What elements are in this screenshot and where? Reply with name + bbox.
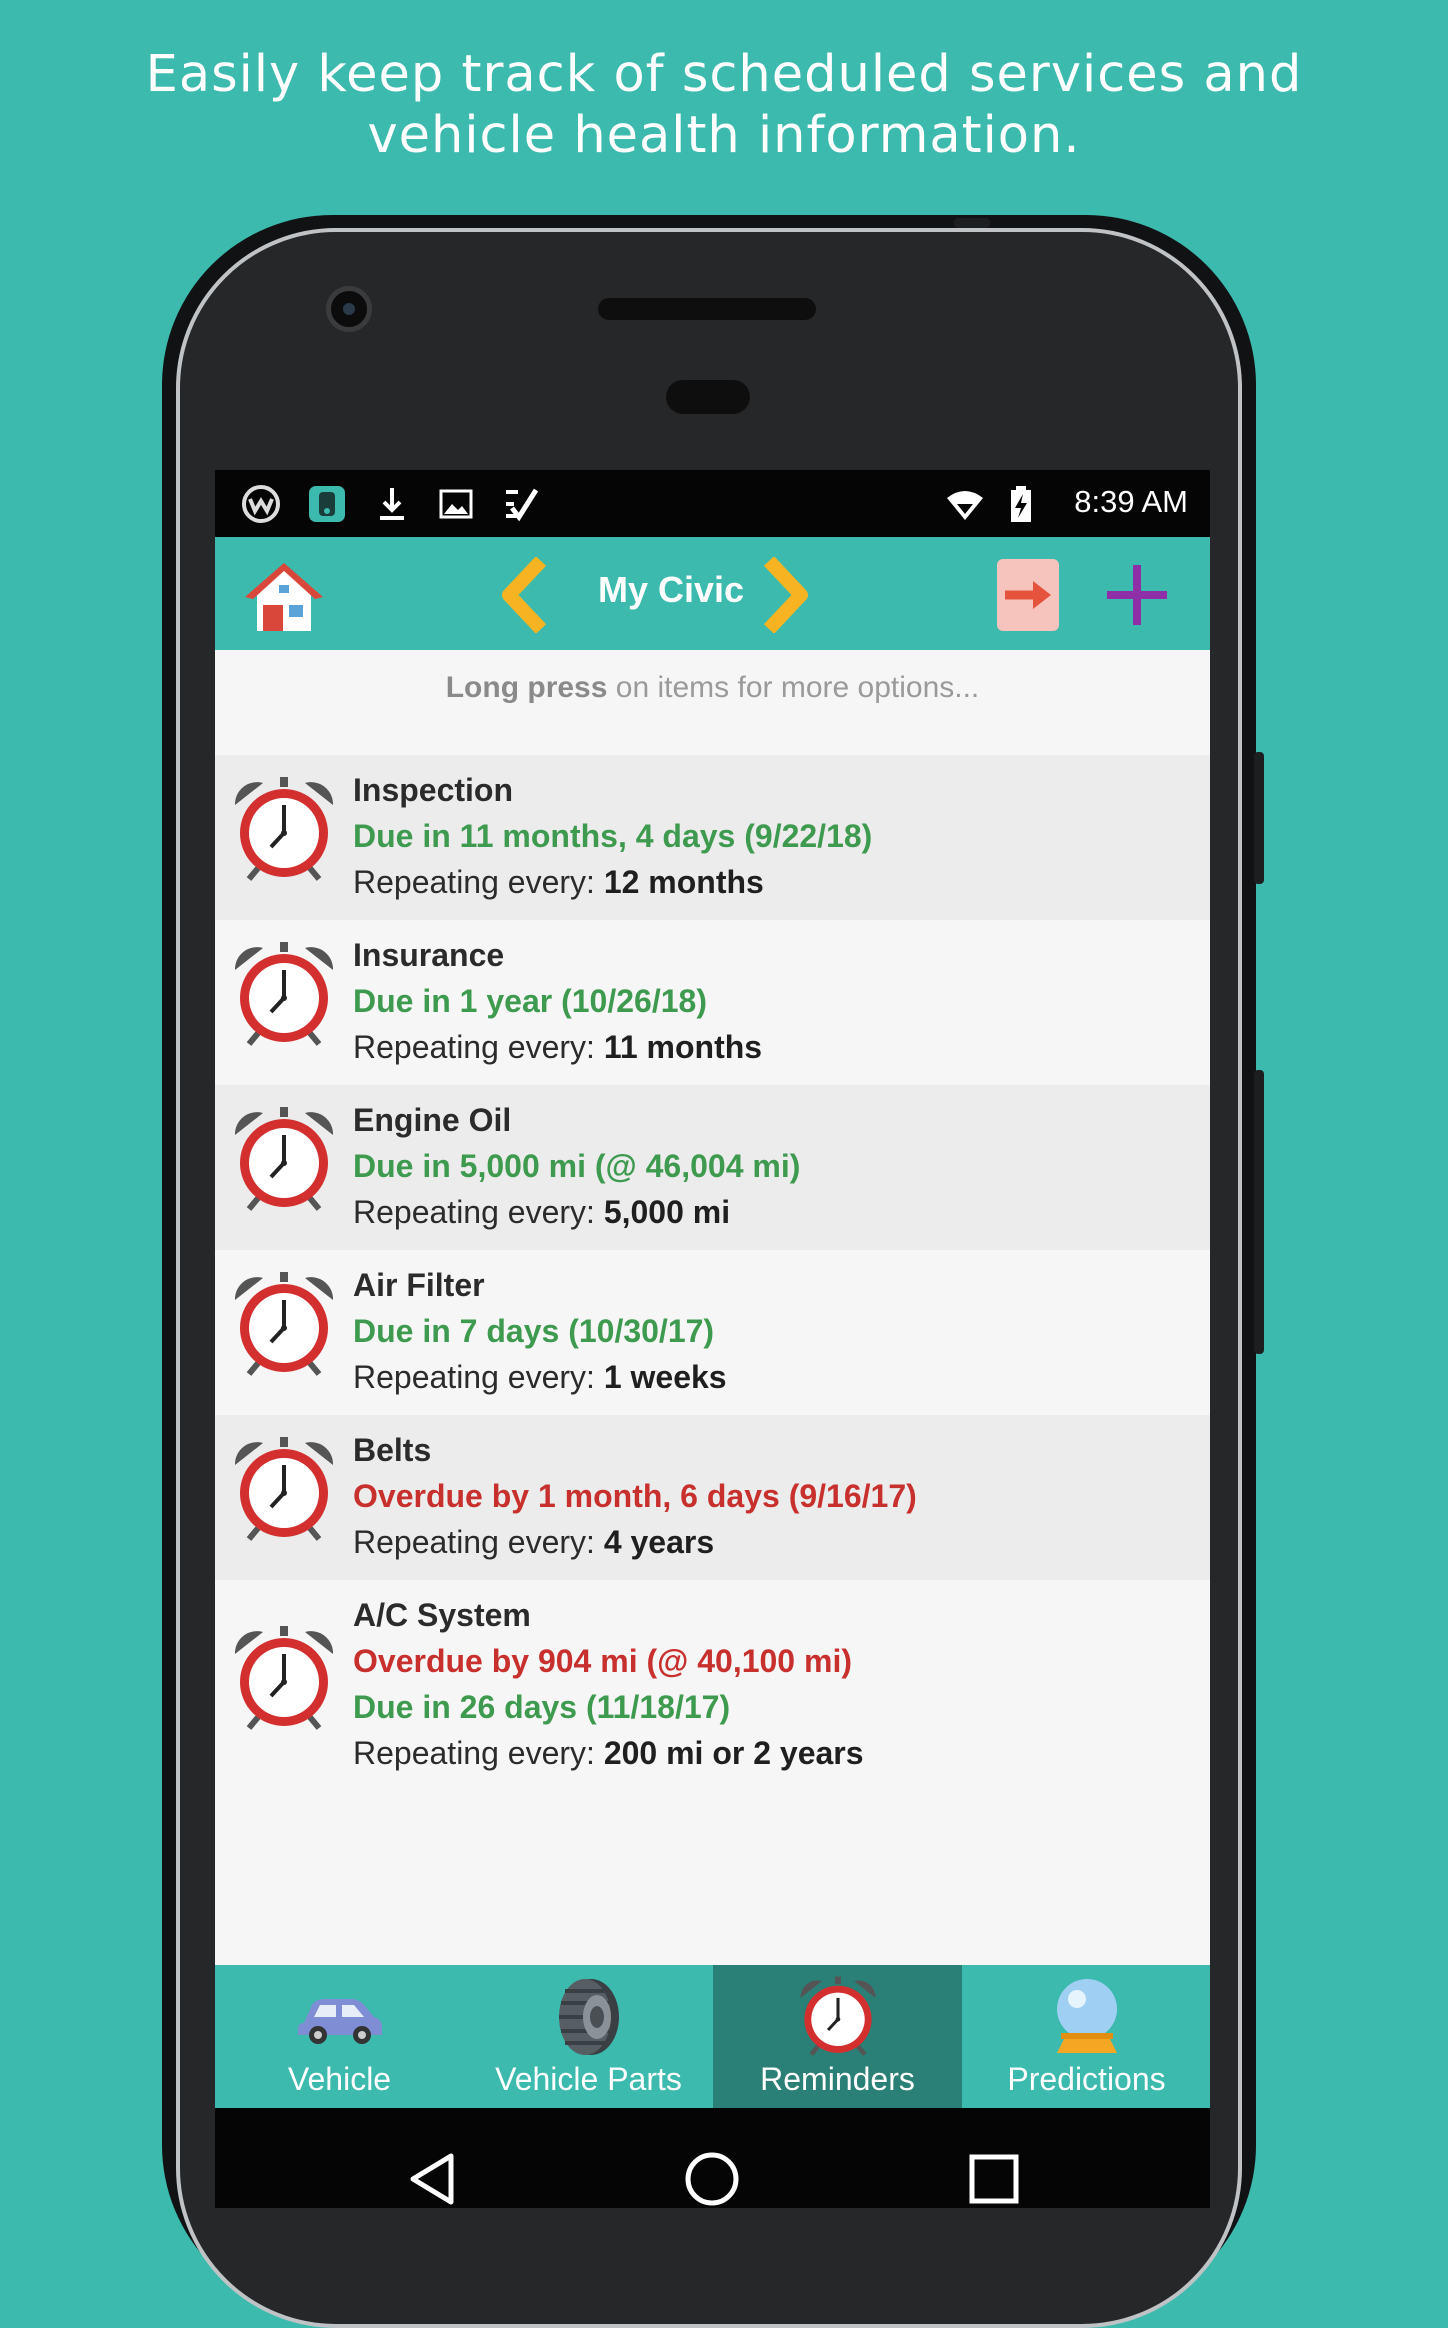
alarm-clock-icon [800,1976,875,2056]
download-icon [380,488,404,520]
bottom-navigation: Vehicle Vehicle Parts Reminders Predicti… [215,1965,1210,2108]
list-item[interactable]: Insurance Due in 1 year (10/26/18) Repea… [215,920,1210,1085]
home-icon[interactable] [245,561,323,633]
phone-speaker [598,298,816,320]
repeat-label: Repeating every: [353,1735,604,1771]
headline-line-1: Easily keep track of scheduled services … [145,45,1303,104]
reminder-text: Insurance Due in 1 year (10/26/18) Repea… [353,932,762,1070]
wifi-icon [947,491,983,520]
recents-icon[interactable] [967,2152,1021,2206]
repeat-label: Repeating every: [353,1029,604,1065]
alarm-clock-icon [234,1437,334,1541]
tab-label: Vehicle Parts [495,2061,682,2097]
back-icon[interactable] [405,2150,459,2208]
alarm-clock-icon [234,1107,334,1211]
reminder-text: Inspection Due in 11 months, 4 days (9/2… [353,767,872,905]
reminder-due: Due in 1 year (10/26/18) [353,983,707,1019]
chevron-left-icon[interactable] [501,557,553,633]
hint-bold: Long press [445,671,608,704]
image-icon [439,489,473,519]
front-camera [326,286,372,332]
home-button-icon[interactable] [683,2150,741,2208]
status-bar: 8:39 AM [215,470,1210,537]
list-item[interactable]: Engine Oil Due in 5,000 mi (@ 46,004 mi)… [215,1085,1210,1250]
headline: Easily keep track of scheduled services … [0,44,1448,166]
reminder-due: Due in 26 days (11/18/17) [353,1689,731,1725]
status-time: 8:39 AM [1074,484,1188,519]
reminder-overdue: Overdue by 1 month, 6 days (9/16/17) [353,1478,917,1514]
tab-predictions[interactable]: Predictions [962,1965,1210,2108]
reminder-repeat: Repeating every: 4 years [353,1519,917,1565]
phone-sensor [666,380,750,414]
reminder-name: Belts [353,1432,432,1468]
alarm-clock-icon [234,777,334,881]
list-item[interactable]: Inspection Due in 11 months, 4 days (9/2… [215,755,1210,920]
reminder-name: Engine Oil [353,1102,512,1138]
alarm-clock-icon [234,1626,334,1730]
alarm-clock-icon [234,942,334,1046]
tab-vehicle[interactable]: Vehicle [215,1965,464,2108]
repeat-value: 200 mi or 2 years [603,1735,864,1771]
vehicle-title[interactable]: My Civic [571,569,771,611]
battery-charging-icon [1011,486,1031,522]
repeat-value: 11 months [603,1029,763,1065]
reminder-text: Belts Overdue by 1 month, 6 days (9/16/1… [353,1427,917,1565]
checklist-icon [506,488,539,522]
app-screen: 8:39 AM My Civic Long press on items for… [215,470,1210,2208]
repeat-value: 5,000 mi [603,1194,731,1230]
list-item[interactable]: Air Filter Due in 7 days (10/30/17) Repe… [215,1250,1210,1415]
repeat-label: Repeating every: [353,1194,604,1230]
reminders-list: Inspection Due in 11 months, 4 days (9/2… [215,755,1210,1795]
phone-side-button-upper [1254,752,1264,884]
reminder-repeat: Repeating every: 11 months [353,1024,762,1070]
phone-top-notch [954,218,990,228]
reminder-name: Inspection [353,772,514,808]
reminder-repeat: Repeating every: 5,000 mi [353,1189,800,1235]
alarm-clock-icon [234,1272,334,1376]
reminder-name: Air Filter [353,1267,485,1303]
reminder-text: Air Filter Due in 7 days (10/30/17) Repe… [353,1262,727,1400]
add-icon[interactable] [1105,563,1169,627]
headline-line-2: vehicle health information. [367,106,1081,165]
tire-icon [558,1979,619,2055]
reminder-name: A/C System [353,1597,531,1633]
phone-side-button-lower [1254,1070,1264,1354]
reminder-due: Due in 7 days (10/30/17) [353,1313,715,1349]
app-icon [309,486,345,522]
hint-banner: Long press on items for more options... [215,650,1210,725]
weather-icon [242,485,280,523]
list-item[interactable]: A/C System Overdue by 904 mi (@ 40,100 m… [215,1580,1210,1795]
repeat-label: Repeating every: [353,1524,604,1560]
reminder-due: Due in 11 months, 4 days (9/22/18) [353,818,873,854]
car-icon [297,1999,382,2044]
tab-label: Predictions [1007,2061,1166,2097]
repeat-value: 1 weeks [603,1359,727,1395]
crystal-ball-icon [1056,1979,1117,2053]
export-icon[interactable] [997,559,1059,631]
repeat-value: 12 months [603,864,764,900]
tab-reminders[interactable]: Reminders [713,1965,962,2108]
list-item[interactable]: Belts Overdue by 1 month, 6 days (9/16/1… [215,1415,1210,1580]
reminder-name: Insurance [353,937,505,973]
app-toolbar: My Civic [215,537,1210,650]
repeat-label: Repeating every: [353,864,604,900]
reminder-repeat: Repeating every: 1 weeks [353,1354,727,1400]
repeat-value: 4 years [603,1524,715,1560]
chevron-right-icon[interactable] [757,557,809,633]
reminder-repeat: Repeating every: 12 months [353,859,872,905]
reminder-repeat: Repeating every: 200 mi or 2 years [353,1730,864,1776]
tab-label: Vehicle [287,2061,392,2097]
repeat-label: Repeating every: [353,1359,604,1395]
hint-text: on items for more options... [607,671,980,704]
reminder-overdue: Overdue by 904 mi (@ 40,100 mi) [353,1643,852,1679]
reminder-text: A/C System Overdue by 904 mi (@ 40,100 m… [353,1592,864,1776]
tab-vehicle-parts[interactable]: Vehicle Parts [464,1965,713,2108]
system-navigation-bar [215,2108,1210,2208]
tab-label: Reminders [760,2061,915,2097]
reminder-text: Engine Oil Due in 5,000 mi (@ 46,004 mi)… [353,1097,800,1235]
reminder-due: Due in 5,000 mi (@ 46,004 mi) [353,1148,801,1184]
